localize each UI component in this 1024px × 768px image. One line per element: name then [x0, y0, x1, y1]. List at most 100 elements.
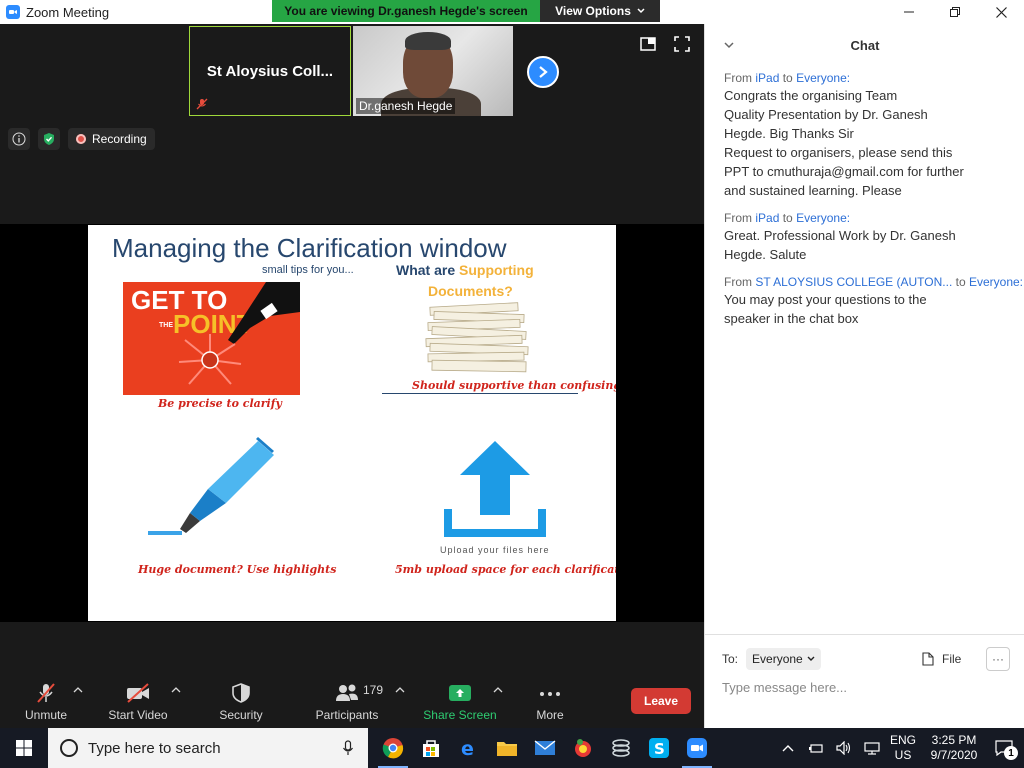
share-screen-icon	[449, 685, 471, 701]
leave-meeting-button[interactable]: Leave	[631, 688, 691, 714]
windows-taskbar: Type here to search e S ENG US 3:25 PM 9…	[0, 728, 1024, 768]
chat-message: From iPad to Everyone: Great. Profession…	[724, 210, 1014, 264]
chat-message-input[interactable]	[722, 676, 1012, 698]
unmute-button[interactable]: Unmute	[18, 678, 74, 728]
share-options-caret-icon[interactable]	[493, 686, 503, 694]
target-burst-icon	[178, 334, 242, 385]
power-status-button[interactable]	[802, 728, 830, 768]
chat-divider	[705, 634, 1024, 635]
message-text: Request to organisers, please send this	[724, 145, 953, 160]
video-off-icon	[127, 683, 149, 703]
edge-app-button[interactable]: e	[450, 728, 488, 768]
store-app-button[interactable]	[412, 728, 450, 768]
message-text: Quality Presentation by Dr. Ganesh	[724, 107, 928, 122]
shared-slide: Managing the Clarification window small …	[88, 225, 616, 621]
slide-title: Managing the Clarification window	[112, 233, 507, 263]
more-button[interactable]: More	[530, 678, 570, 728]
windows-logo-icon	[16, 740, 32, 756]
participant-thumbnail-college[interactable]: St Aloysius Coll...	[189, 26, 351, 116]
network-button[interactable]	[858, 728, 886, 768]
more-label: More	[536, 708, 564, 722]
store-icon	[423, 740, 439, 757]
participant-thumbnail-video[interactable]: Dr.ganesh Hegde	[353, 26, 513, 116]
taskbar-clock[interactable]: 3:25 PM 9/7/2020	[924, 733, 984, 763]
chat-more-button[interactable]: ···	[986, 647, 1010, 671]
message-text: Hegde. Big Thanks Sir	[724, 126, 854, 141]
chat-header: Chat	[850, 37, 880, 53]
message-text: speaker in the chat box	[724, 311, 859, 326]
skype-icon: S	[649, 738, 669, 758]
mail-app-button[interactable]	[526, 728, 564, 768]
video-options-caret-icon[interactable]	[171, 686, 181, 694]
supporting-documents-title-line2: Documents?	[428, 283, 513, 299]
chrome-icon	[382, 738, 404, 759]
meeting-toolbar: Unmute Start Video Security Participants…	[0, 678, 704, 728]
chat-message: From iPad to Everyone: Congrats the orga…	[724, 70, 1014, 200]
start-button[interactable]	[0, 728, 48, 768]
upload-files-text: Upload your files here	[440, 545, 550, 555]
file-button[interactable]: File	[922, 648, 961, 670]
recording-dot-icon	[76, 134, 86, 144]
unmute-label: Unmute	[24, 708, 68, 722]
minimize-button[interactable]	[886, 0, 932, 24]
zoom-app-button[interactable]	[678, 728, 716, 768]
skype-app-button[interactable]: S	[640, 728, 678, 768]
clock-date: 9/7/2020	[930, 748, 978, 762]
caption-supportive: Should supportive than confusing	[412, 379, 616, 392]
view-options-button[interactable]: View Options	[540, 0, 660, 22]
close-window-button[interactable]	[978, 0, 1024, 24]
game-app-button[interactable]	[564, 728, 602, 768]
message-text: and sustained learning. Please	[724, 183, 902, 198]
participants-options-caret-icon[interactable]	[395, 686, 405, 694]
chevron-up-icon	[782, 745, 794, 752]
restore-button[interactable]	[932, 0, 978, 24]
volume-button[interactable]	[830, 728, 858, 768]
disk-icon	[612, 739, 630, 757]
caption-upload-space: 5mb upload space for each clarification	[395, 563, 616, 576]
slide-subtitle: small tips for you...	[262, 264, 354, 276]
to-label: To:	[722, 652, 739, 666]
action-center-button[interactable]: 1	[984, 728, 1024, 768]
next-thumbnails-button[interactable]	[527, 56, 559, 88]
audio-options-caret-icon[interactable]	[73, 686, 83, 694]
start-video-button[interactable]: Start Video	[104, 678, 172, 728]
chat-messages: From iPad to Everyone: Congrats the orga…	[724, 70, 1024, 338]
microphone-icon[interactable]	[342, 740, 354, 756]
show-hidden-icons-button[interactable]	[774, 728, 802, 768]
share-screen-button[interactable]: Share Screen	[422, 678, 498, 728]
search-icon	[60, 739, 78, 757]
close-icon	[995, 6, 1007, 18]
zoom-meeting-window: Zoom Meeting You are viewing Dr.ganesh H…	[0, 0, 1024, 768]
chrome-app-button[interactable]	[374, 728, 412, 768]
game-character-icon	[575, 739, 591, 757]
meeting-status-row: Recording	[8, 128, 155, 150]
svg-text:S: S	[654, 740, 665, 758]
file-explorer-app-button[interactable]	[488, 728, 526, 768]
svg-text:e: e	[461, 738, 474, 758]
recording-indicator[interactable]: Recording	[68, 128, 155, 150]
participants-label: Participants	[315, 708, 379, 722]
encryption-shield-button[interactable]	[38, 128, 60, 150]
shield-check-icon	[44, 133, 54, 145]
meeting-info-button[interactable]	[8, 128, 30, 150]
file-icon	[922, 652, 934, 666]
fullscreen-icon[interactable]	[674, 36, 690, 52]
security-button[interactable]: Security	[212, 678, 270, 728]
gallery-view-icon[interactable]	[640, 36, 656, 52]
participant-name: St Aloysius Coll...	[206, 63, 334, 80]
viewing-screen-banner: You are viewing Dr.ganesh Hegde's screen	[272, 0, 540, 22]
recipient-select[interactable]: Everyone	[746, 648, 821, 670]
taskbar-search-box[interactable]: Type here to search	[48, 728, 368, 768]
shield-icon	[232, 683, 250, 703]
message-sender-line: From ST ALOYSIUS COLLEGE (AUTON... to Ev…	[724, 275, 1024, 289]
share-screen-label: Share Screen	[423, 708, 497, 722]
message-text: You may post your questions to the	[724, 292, 927, 307]
chevron-down-icon	[637, 8, 645, 14]
participants-icon	[336, 684, 358, 701]
message-text: Hegde. Salute	[724, 247, 807, 262]
language-indicator[interactable]: ENG US	[886, 733, 920, 763]
disk-app-button[interactable]	[602, 728, 640, 768]
get-to-the-point-image: GET TO THEPOINT	[123, 282, 300, 395]
highlighter-pen-icon	[148, 437, 274, 535]
paper-stack-icon	[425, 302, 529, 373]
